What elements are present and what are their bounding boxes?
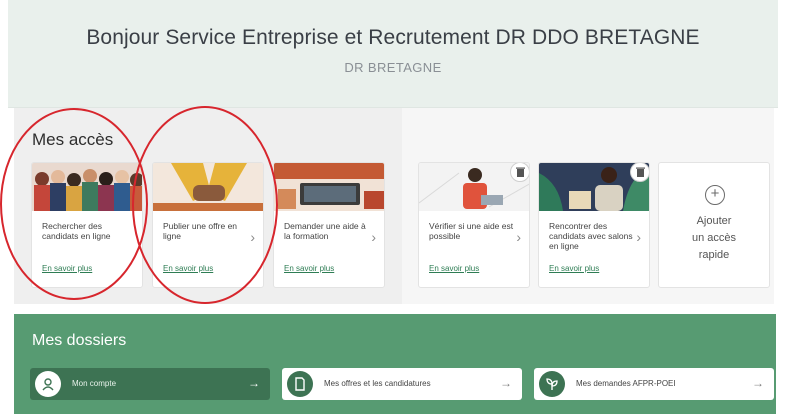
trash-icon[interactable] — [630, 163, 649, 182]
handshake-illustration — [153, 163, 263, 211]
card-label: Publier une offre en ligne — [163, 221, 238, 241]
access-card-publier-offre[interactable]: Publier une offre en ligne › En savoir p… — [152, 162, 264, 288]
dossier-demandes-afpr-poei-button[interactable]: Mes demandes AFPR-POEI → — [534, 368, 774, 400]
arrow-right-icon: → — [248, 376, 260, 390]
arrow-right-icon: → — [500, 376, 512, 390]
document-icon — [287, 371, 313, 397]
card-label: Vérifier si une aide est possible — [429, 221, 514, 241]
arrow-right-icon: → — [752, 376, 764, 390]
card-label: Demander une aide à la formation — [284, 221, 366, 241]
plus-circle-icon: + — [705, 185, 725, 205]
en-savoir-plus-link[interactable]: En savoir plus — [284, 264, 334, 273]
welcome-banner: Bonjour Service Entreprise et Recrutemen… — [8, 0, 778, 108]
page-title: Bonjour Service Entreprise et Recrutemen… — [86, 26, 700, 49]
page: Bonjour Service Entreprise et Recrutemen… — [0, 0, 789, 414]
user-icon — [35, 371, 61, 397]
dossier-label: Mes offres et les candidatures — [324, 379, 431, 388]
chevron-right-icon: › — [516, 229, 521, 245]
laptop-illustration — [274, 163, 384, 211]
dossier-mon-compte-button[interactable]: Mon compte → — [30, 368, 270, 400]
add-quick-access-card[interactable]: + Ajouter un accès rapide — [658, 162, 770, 288]
access-card-rencontrer-candidats[interactable]: Rencontrer des candidats avec salons en … — [538, 162, 650, 288]
access-card-verifier-aide[interactable]: Vérifier si une aide est possible › En s… — [418, 162, 530, 288]
crowd-illustration — [32, 163, 142, 211]
card-label: Rencontrer des candidats avec salons en … — [549, 221, 633, 251]
access-card-demander-aide-formation[interactable]: Demander une aide à la formation › En sa… — [273, 162, 385, 288]
chevron-right-icon: › — [371, 229, 376, 245]
add-quick-access-label: Ajouter un accès rapide — [691, 215, 737, 261]
access-card-rechercher-candidats[interactable]: Rechercher des candidats en ligne En sav… — [31, 162, 143, 288]
section-title-acces: Mes accès — [32, 130, 114, 149]
dossier-label: Mon compte — [72, 379, 117, 388]
en-savoir-plus-link[interactable]: En savoir plus — [429, 264, 479, 273]
page-subtitle: DR BRETAGNE — [344, 60, 442, 75]
en-savoir-plus-link[interactable]: En savoir plus — [549, 264, 599, 273]
en-savoir-plus-link[interactable]: En savoir plus — [42, 264, 92, 273]
dossier-offres-candidatures-button[interactable]: Mes offres et les candidatures → — [282, 368, 522, 400]
plant-icon — [539, 371, 565, 397]
dossier-label: Mes demandes AFPR-POEI — [576, 379, 676, 388]
chevron-right-icon: › — [250, 229, 255, 245]
section-title-dossiers: Mes dossiers — [32, 332, 127, 349]
mes-dossiers-section: Mes dossiers Mon compte → Mes offres et … — [14, 314, 776, 414]
card-label: Rechercher des candidats en ligne — [42, 221, 111, 241]
chevron-right-icon: › — [636, 229, 641, 245]
trash-icon[interactable] — [510, 163, 529, 182]
en-savoir-plus-link[interactable]: En savoir plus — [163, 264, 213, 273]
